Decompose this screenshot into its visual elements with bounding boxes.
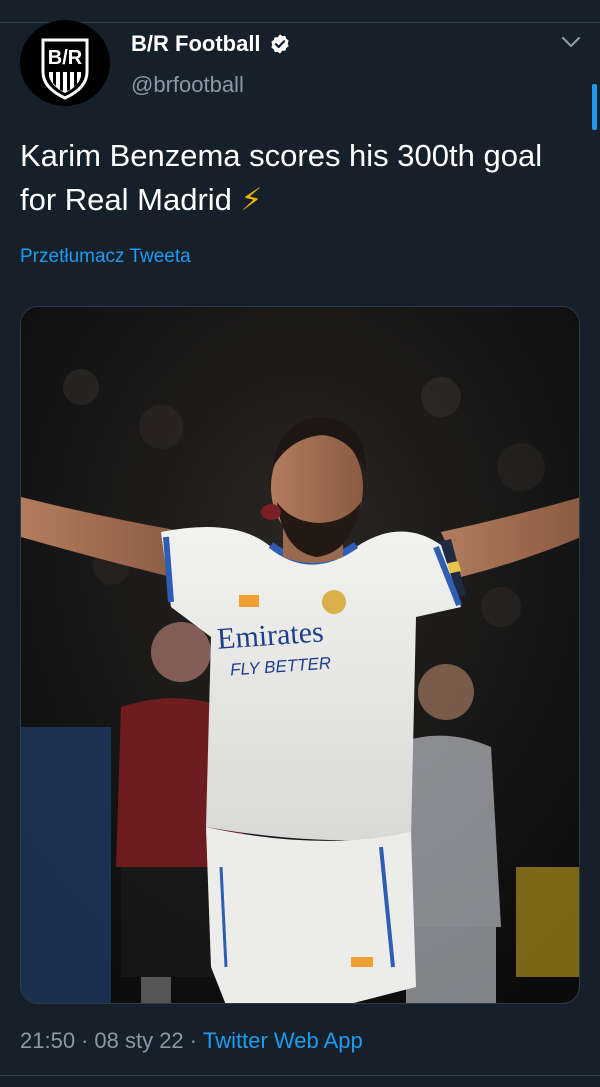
tweet-body: Karim Benzema scores his 300th goal for … <box>20 138 543 217</box>
chevron-down-icon[interactable] <box>558 32 584 52</box>
lightning-emoji-icon: ⚡ <box>240 182 263 217</box>
display-name[interactable]: B/R Football <box>131 31 261 57</box>
tweet-meta: 21:50 · 08 sty 22 · Twitter Web App <box>20 1028 363 1054</box>
meta-separator-2: · <box>189 1028 197 1053</box>
verified-badge-icon <box>270 34 289 54</box>
br-logo-icon: B/R <box>22 20 108 106</box>
bottom-divider <box>0 1075 600 1076</box>
avatar[interactable]: B/R <box>20 20 110 106</box>
tweet-text: Karim Benzema scores his 300th goal for … <box>20 134 580 222</box>
avatar-logo-text: B/R <box>48 47 83 69</box>
scrollbar[interactable] <box>592 84 597 130</box>
tweet-page: B/R B/R Football @brfootball Karim Benze… <box>0 0 600 1087</box>
tweet-source-link[interactable]: Twitter Web App <box>203 1028 363 1054</box>
benzema-celebration-photo: Emirates FLY BETTER <box>21 307 579 1003</box>
tweet-time[interactable]: 21:50 <box>20 1028 75 1054</box>
translate-tweet-link[interactable]: Przetłumacz Tweeta <box>20 246 191 268</box>
tweet-photo[interactable]: Emirates FLY BETTER <box>20 306 580 1004</box>
top-divider <box>0 22 600 23</box>
tweet-date[interactable]: 08 sty 22 <box>94 1028 183 1054</box>
author-row[interactable]: B/R Football <box>131 30 291 58</box>
handle[interactable]: @brfootball <box>131 72 244 98</box>
meta-separator: · <box>81 1028 89 1053</box>
